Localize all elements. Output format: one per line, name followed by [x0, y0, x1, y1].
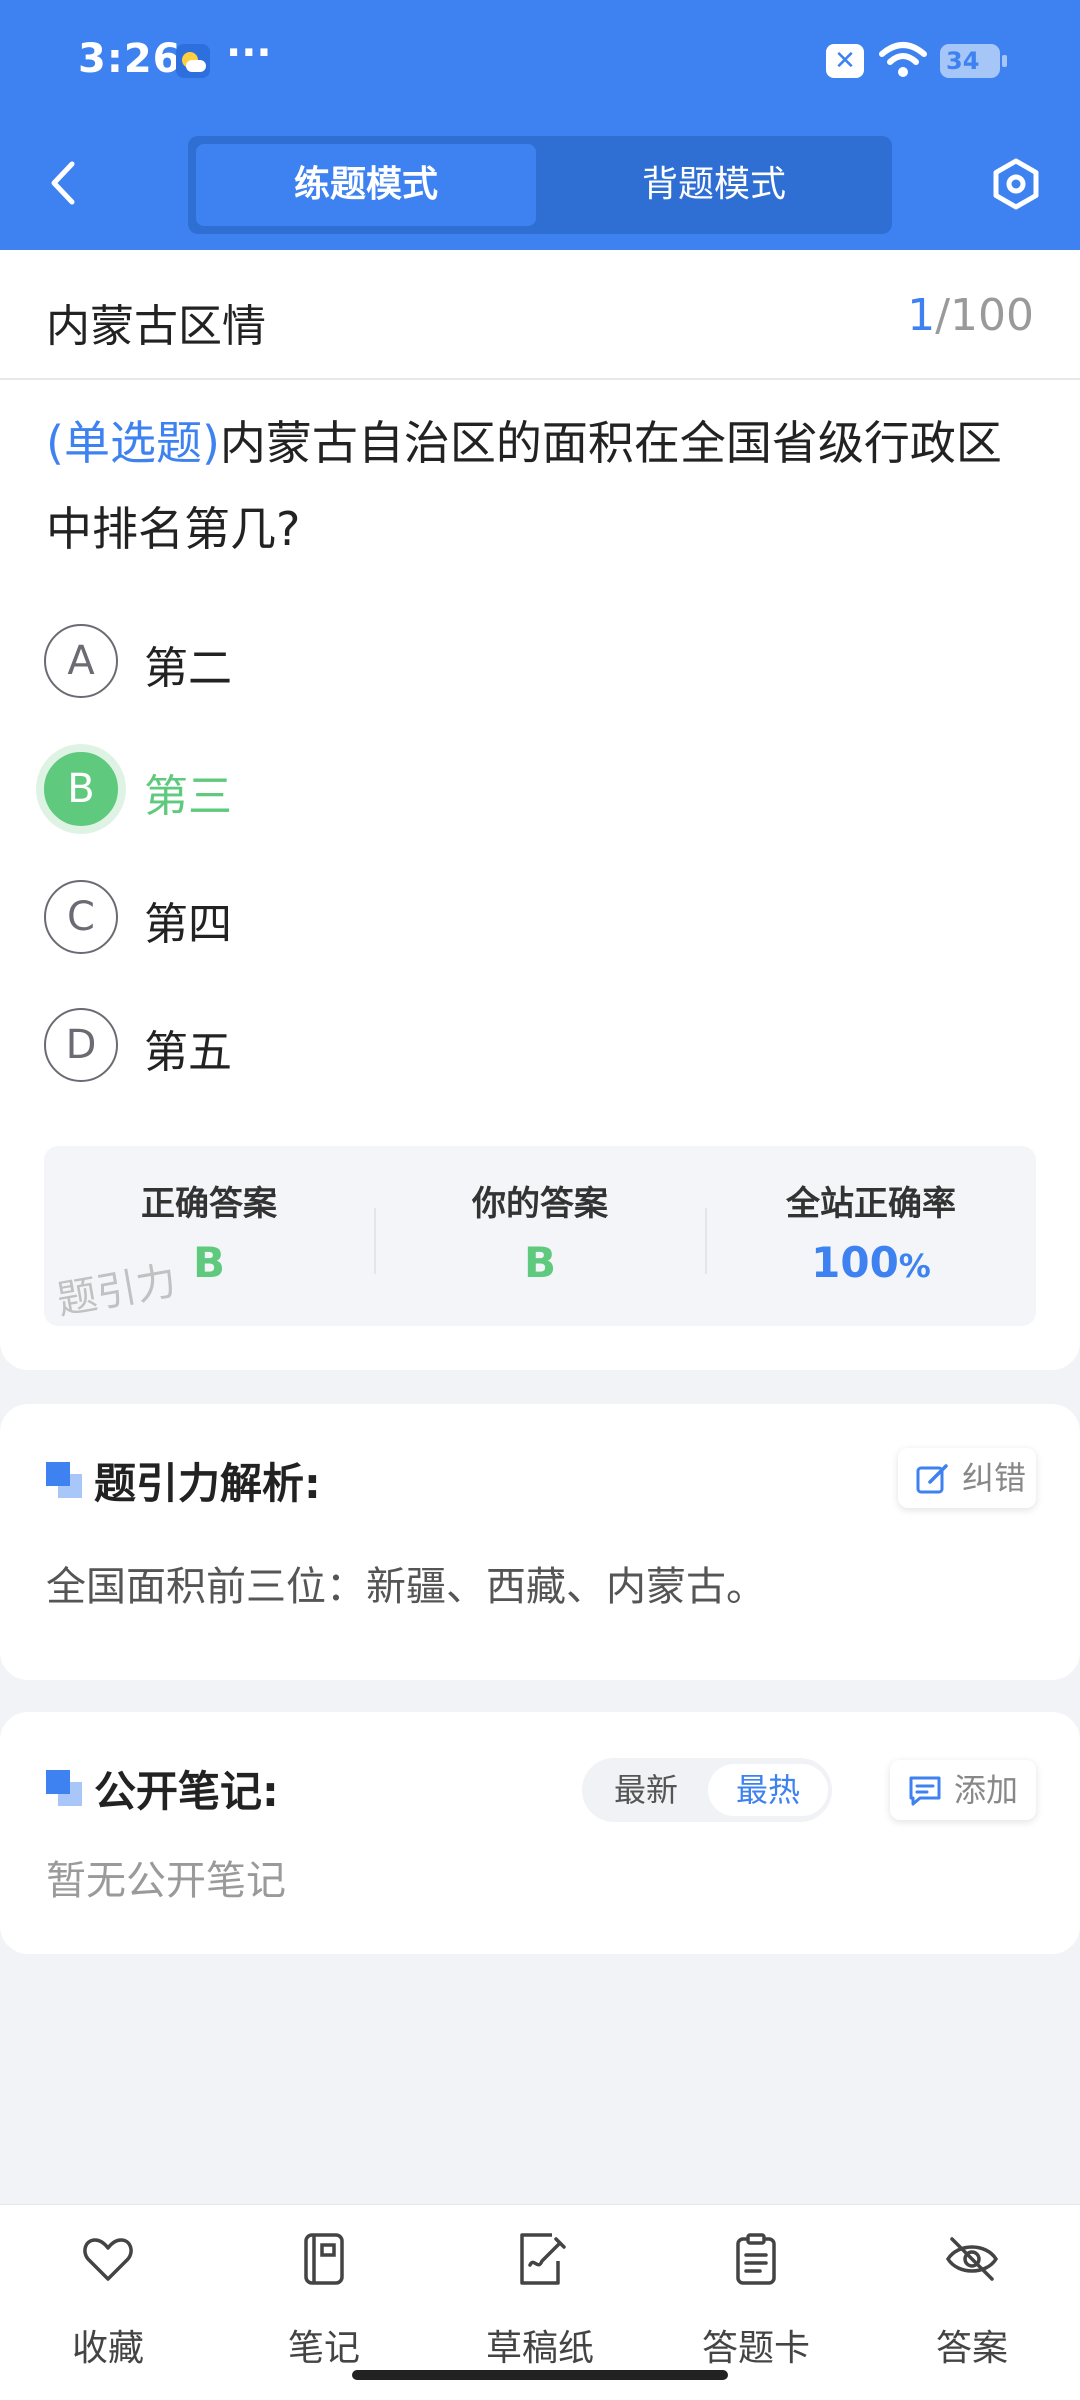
comment-icon: [909, 1776, 941, 1806]
tab-practice-mode[interactable]: 练题模式: [196, 144, 536, 226]
notebook-icon: [304, 2233, 344, 2285]
tab-recite-mode[interactable]: 背题模式: [544, 144, 884, 226]
notes-label: 笔记: [287, 2328, 360, 2369]
show-answer-label: 答案: [935, 2328, 1008, 2369]
draft-paper-icon: [520, 2233, 566, 2285]
heart-icon: [83, 2238, 133, 2281]
question-progress: 1/100: [907, 290, 1034, 341]
sort-hot-option[interactable]: 最热: [708, 1764, 828, 1816]
public-notes-card: 公开笔记: 最新 最热 添加 暂无公开笔记: [0, 1712, 1080, 1954]
report-error-button[interactable]: 纠错: [898, 1448, 1036, 1508]
sort-latest-option[interactable]: 最新: [586, 1764, 706, 1816]
your-answer-label: 你的答案: [472, 1184, 608, 1224]
question-card: 内蒙古区情 1/100 (单选题)内蒙古自治区的面积在全国省级行政区中排名第几?…: [0, 250, 1080, 1370]
option-c[interactable]: C 第四: [44, 880, 944, 954]
analysis-content: 全国面积前三位：新疆、西藏、内蒙古。: [46, 1564, 766, 1610]
top-app-bar: 3:26 ··· ✕ 34 练题模式 背题模式: [0, 0, 1080, 250]
option-letter: A: [44, 624, 118, 698]
option-b[interactable]: B 第三: [44, 752, 944, 826]
question-category: 内蒙古区情: [46, 301, 266, 352]
report-error-label: 纠错: [962, 1459, 1027, 1497]
question-header: 内蒙古区情 1/100: [0, 250, 1080, 380]
edit-icon: [916, 1464, 948, 1494]
add-note-button[interactable]: 添加: [890, 1760, 1036, 1820]
notes-button[interactable]: 笔记: [234, 2223, 414, 2369]
back-chevron-icon[interactable]: [44, 158, 84, 208]
answer-sheet-label: 答题卡: [701, 2328, 810, 2369]
battery-indicator: 34: [940, 44, 1007, 78]
accuracy-number: 100: [811, 1238, 899, 1287]
show-answer-button[interactable]: 答案: [882, 2223, 1062, 2369]
mode-switch: 练题模式 背题模式: [188, 136, 892, 234]
notification-close-icon: ✕: [826, 44, 864, 78]
favorite-label: 收藏: [71, 2328, 144, 2369]
option-text: 第五: [144, 1027, 232, 1078]
answer-sheet-icon: [736, 2233, 776, 2285]
accuracy-unit: %: [898, 1247, 931, 1285]
accuracy-column: 全站正确率 100%: [706, 1146, 1036, 1326]
analysis-title: 题引力解析:: [94, 1459, 321, 1508]
question-text: (单选题)内蒙古自治区的面积在全国省级行政区中排名第几?: [46, 400, 1040, 572]
option-letter: B: [44, 752, 118, 826]
notes-sort-toggle: 最新 最热: [582, 1758, 832, 1822]
option-letter: D: [44, 1008, 118, 1082]
accuracy-label: 全站正确率: [786, 1184, 956, 1224]
favorite-button[interactable]: 收藏: [18, 2223, 198, 2369]
option-text: 第四: [144, 899, 232, 950]
option-text: 第二: [144, 643, 232, 694]
status-time: 3:26: [78, 36, 182, 82]
status-bar: 3:26 ··· ✕ 34: [0, 0, 1080, 126]
draft-paper-label: 草稿纸: [485, 2328, 594, 2369]
accuracy-value: 100%: [706, 1238, 1036, 1287]
draft-paper-button[interactable]: 草稿纸: [450, 2223, 630, 2369]
your-answer-column: 你的答案 B: [375, 1146, 705, 1326]
analysis-card: 题引力解析: 纠错 全国面积前三位：新疆、西藏、内蒙古。: [0, 1404, 1080, 1680]
answer-result-panel: 正确答案 B 你的答案 B 全站正确率 100% 题引力: [44, 1146, 1036, 1326]
option-d[interactable]: D 第五: [44, 1008, 944, 1082]
progress-current: 1: [907, 290, 936, 341]
home-indicator[interactable]: [352, 2370, 728, 2380]
more-notifications-icon: ···: [226, 30, 272, 76]
section-squares-icon: [46, 1462, 82, 1498]
option-text: 第三: [144, 771, 232, 822]
settings-icon[interactable]: [990, 158, 1042, 210]
progress-total: /100: [935, 290, 1034, 341]
add-note-label: 添加: [954, 1771, 1019, 1809]
notes-title: 公开笔记:: [94, 1767, 279, 1816]
option-letter: C: [44, 880, 118, 954]
correct-answer-label: 正确答案: [141, 1184, 277, 1224]
wifi-icon: [879, 42, 927, 77]
empty-notes-text: 暂无公开笔记: [46, 1858, 286, 1904]
option-a[interactable]: A 第二: [44, 624, 944, 698]
weather-icon: [176, 44, 210, 78]
eye-off-icon: [945, 2237, 999, 2281]
section-squares-icon: [46, 1770, 82, 1806]
answer-sheet-button[interactable]: 答题卡: [666, 2223, 846, 2369]
question-type-label: (单选题): [46, 416, 220, 470]
your-answer-value: B: [523, 1238, 556, 1287]
